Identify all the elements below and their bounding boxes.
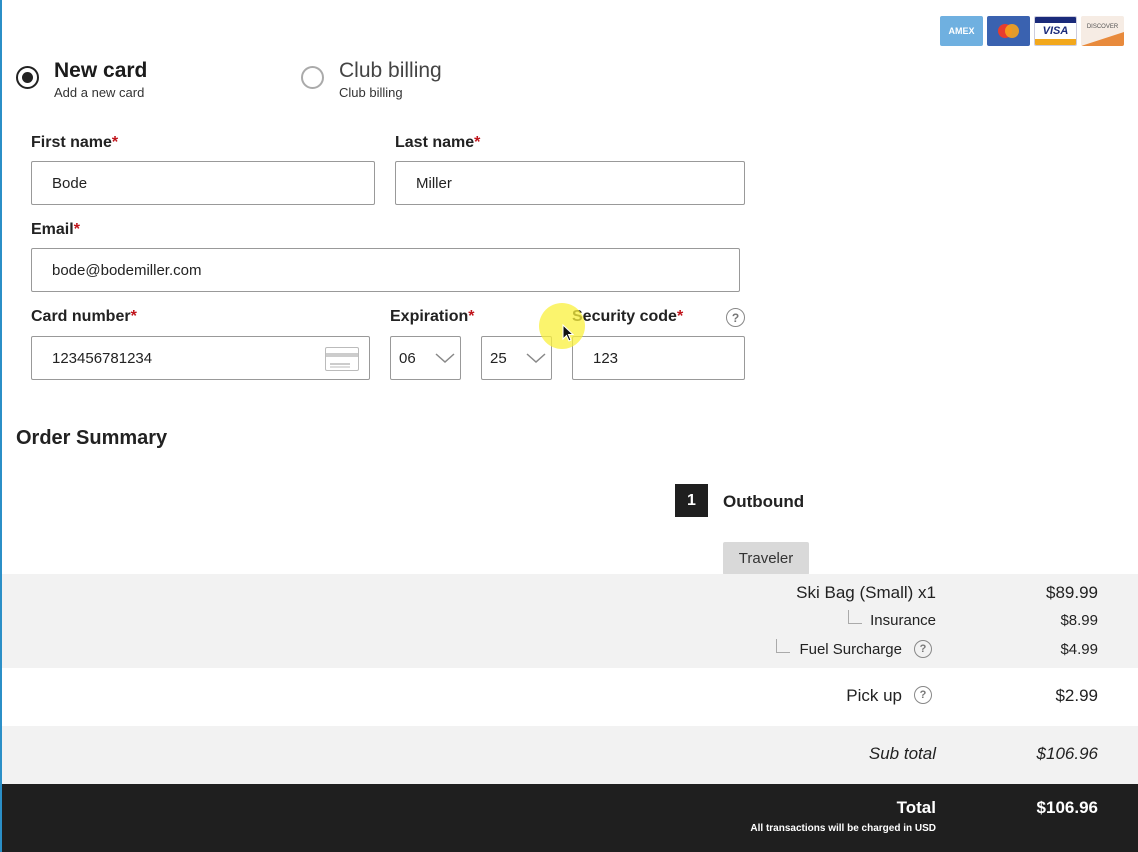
- first-name-field[interactable]: Bode: [31, 161, 375, 205]
- pickup-label: Pick up: [846, 686, 902, 705]
- first-name-label: First name*: [31, 134, 119, 151]
- first-name-value: Bode: [52, 174, 88, 192]
- fuel-surcharge-amount: $4.99: [1060, 641, 1098, 658]
- expiration-month-select[interactable]: 06: [390, 336, 461, 380]
- card-number-field[interactable]: 123456781234: [31, 336, 370, 380]
- mastercard-logo: [987, 16, 1030, 46]
- traveler-tag: Traveler: [723, 542, 809, 575]
- credit-card-icon: [325, 347, 359, 371]
- ski-bag-amount: $89.99: [1046, 583, 1098, 602]
- tree-connector: [848, 610, 862, 624]
- leg-label: Outbound: [723, 492, 805, 511]
- club-billing-radio[interactable]: [301, 66, 324, 89]
- amex-logo-text: AMEX: [948, 26, 975, 36]
- chevron-down-icon: [435, 353, 455, 364]
- subtotal-amount: $106.96: [1036, 744, 1098, 763]
- fuel-surcharge-help-icon[interactable]: ?: [914, 640, 932, 658]
- total-label: Total: [896, 798, 936, 817]
- mouse-pointer-icon: [562, 324, 574, 342]
- chevron-down-icon: [526, 353, 546, 364]
- card-number-label: Card number*: [31, 308, 137, 325]
- items-band: Ski Bag (Small) x1 $89.99 Insurance $8.9…: [2, 574, 1138, 668]
- visa-logo-text: VISA: [1042, 25, 1069, 37]
- payment-option-new-card[interactable]: New card Add a new card: [16, 58, 147, 100]
- card-number-value: 123456781234: [52, 349, 153, 367]
- card-brands: AMEX VISA DISCOVER: [940, 16, 1124, 46]
- new-card-radio[interactable]: [16, 66, 39, 89]
- last-name-field[interactable]: Miller: [395, 161, 745, 205]
- visa-logo: VISA: [1034, 16, 1077, 46]
- leg-number-badge: 1: [675, 484, 708, 517]
- total-amount: $106.96: [1036, 798, 1098, 817]
- expiration-year-value: 25: [490, 349, 507, 367]
- email-value: bode@bodemiller.com: [52, 261, 202, 279]
- tree-connector: [776, 639, 790, 653]
- security-code-value: 123: [593, 349, 619, 367]
- pickup-amount: $2.99: [1055, 686, 1098, 705]
- pickup-help-icon[interactable]: ?: [914, 686, 932, 704]
- email-label: Email*: [31, 221, 80, 238]
- currency-note: All transactions will be charged in USD: [750, 823, 936, 834]
- new-card-title: New card: [54, 59, 148, 82]
- expiration-label: Expiration*: [390, 308, 475, 325]
- payment-option-club-billing[interactable]: Club billing Club billing: [301, 58, 442, 100]
- club-billing-subtitle: Club billing: [339, 85, 403, 100]
- security-code-field[interactable]: 123: [572, 336, 745, 380]
- order-summary-title: Order Summary: [16, 427, 168, 449]
- subtotal-label: Sub total: [868, 744, 936, 763]
- discover-logo: DISCOVER: [1081, 16, 1124, 46]
- club-billing-title: Club billing: [339, 59, 442, 82]
- insurance-label: Insurance: [870, 612, 936, 629]
- discover-logo-text: DISCOVER: [1086, 24, 1119, 30]
- subtotal-row: Sub total $106.96: [2, 726, 1138, 784]
- last-name-value: Miller: [416, 174, 452, 192]
- fuel-surcharge-label: Fuel Surcharge: [799, 641, 902, 658]
- security-code-label: Security code*: [572, 308, 684, 325]
- last-name-label: Last name*: [395, 134, 481, 151]
- amex-logo: AMEX: [940, 16, 983, 46]
- email-field[interactable]: bode@bodemiller.com: [31, 248, 740, 292]
- expiration-month-value: 06: [399, 349, 416, 367]
- security-code-help-icon[interactable]: ?: [726, 308, 745, 327]
- pickup-row: Pick up ? $2.99: [2, 668, 1138, 726]
- expiration-year-select[interactable]: 25: [481, 336, 552, 380]
- insurance-amount: $8.99: [1060, 612, 1098, 629]
- ski-bag-label: Ski Bag (Small) x1: [796, 583, 936, 602]
- new-card-subtitle: Add a new card: [54, 85, 145, 100]
- total-row: Total $106.96 All transactions will be c…: [2, 784, 1138, 852]
